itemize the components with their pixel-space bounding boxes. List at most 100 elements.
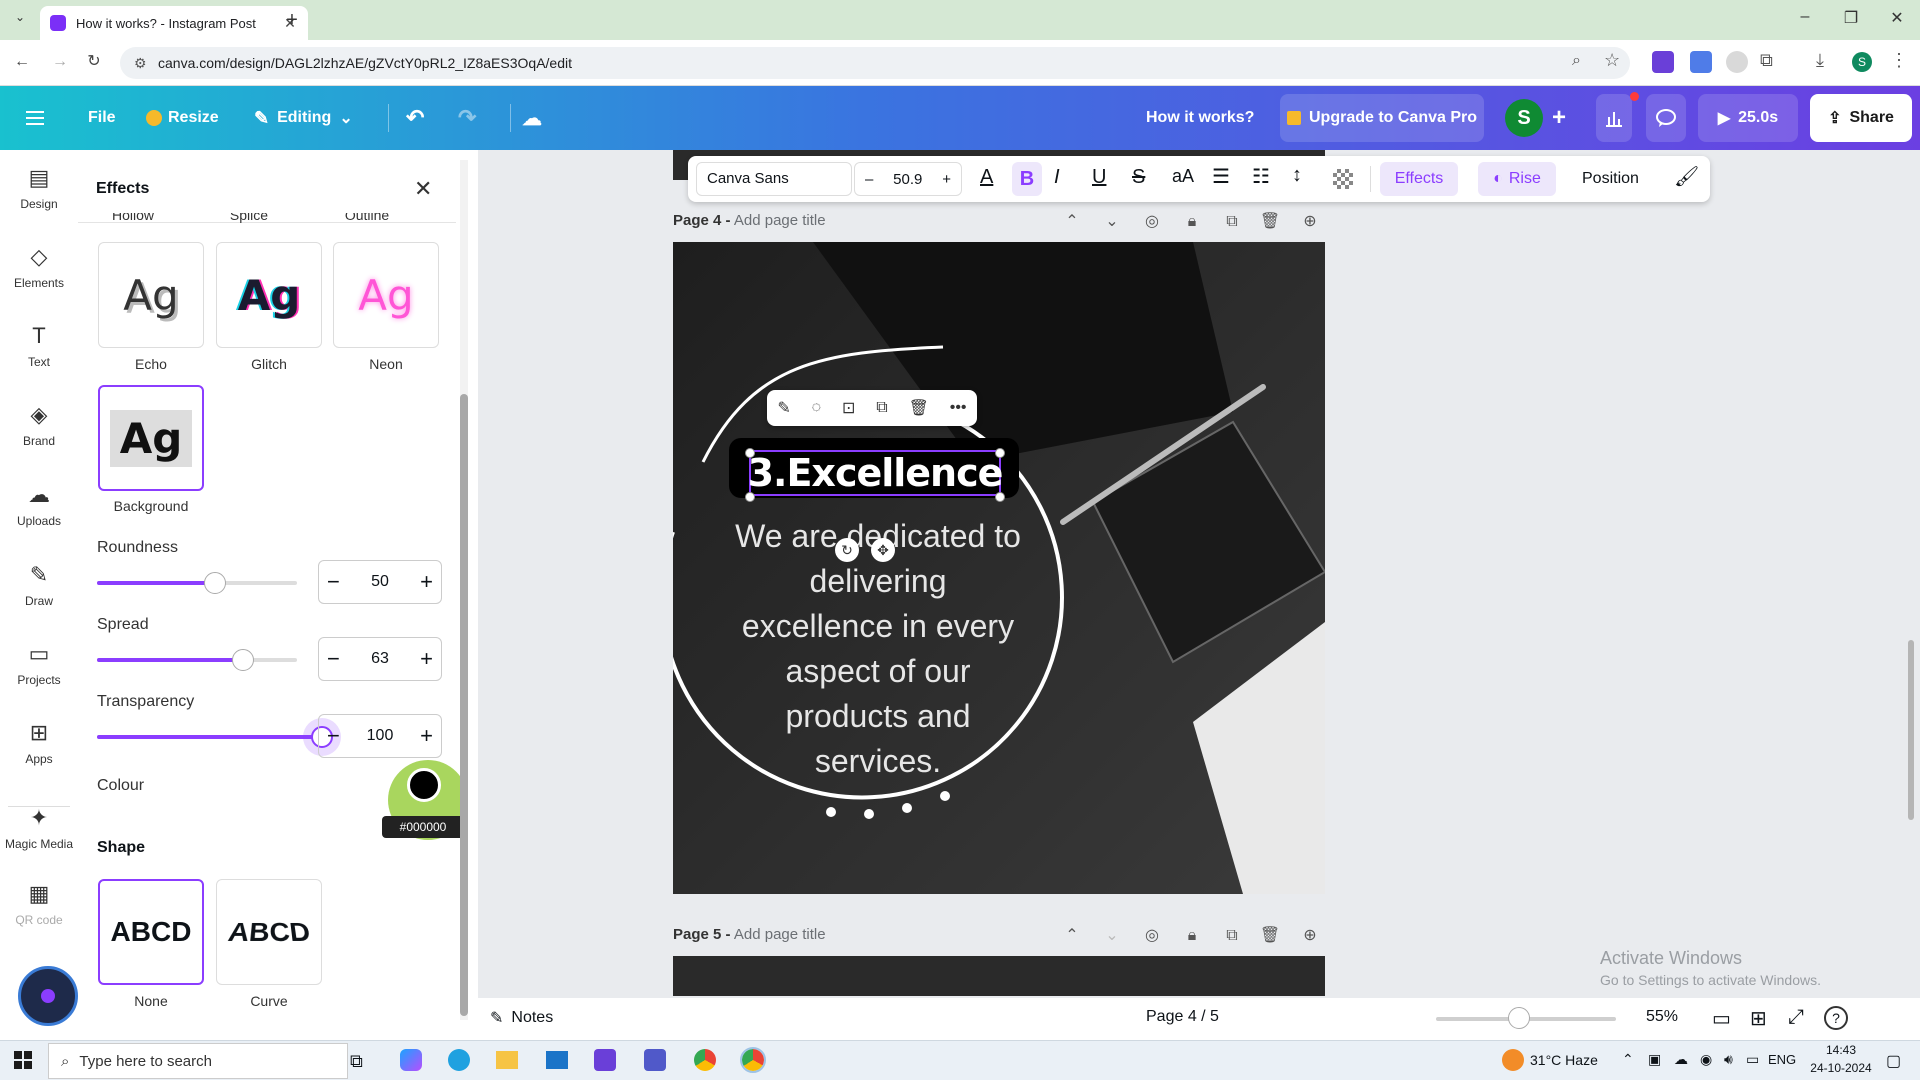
delete-icon[interactable]: 🗑︎: [909, 398, 929, 418]
rail-item-elements[interactable]: ◇ Elements: [0, 229, 78, 305]
increase-transparency-icon[interactable]: +: [420, 723, 433, 749]
more-options-icon[interactable]: •••: [950, 399, 967, 417]
close-window-icon[interactable]: ✕: [1874, 8, 1920, 32]
canvas-scrollbar-thumb[interactable]: [1908, 640, 1914, 820]
main-menu-icon[interactable]: [26, 86, 48, 150]
spread-slider[interactable]: [97, 658, 297, 662]
page-4-title-input[interactable]: Add page title: [734, 212, 826, 229]
chrome-active-icon[interactable]: [740, 1047, 766, 1073]
rail-item-uploads[interactable]: ☁ Uploads: [0, 467, 78, 543]
volume-icon[interactable]: 🔊︎: [1724, 1051, 1733, 1068]
comments-icon[interactable]: [1646, 94, 1686, 142]
lock-icon[interactable]: ⊡: [842, 398, 855, 418]
move-handle-icon[interactable]: ✥: [871, 538, 895, 562]
effects-button-active[interactable]: Effects: [1380, 162, 1458, 196]
font-family-dropdown[interactable]: Canva Sans: [696, 162, 852, 196]
present-button[interactable]: ▶ 25.0s: [1698, 94, 1798, 142]
add-page-icon[interactable]: ⊕: [1298, 210, 1322, 234]
add-collaborator-icon[interactable]: +: [1552, 86, 1566, 150]
spread-slider-handle[interactable]: [231, 649, 254, 671]
tray-app-icon[interactable]: ▣: [1648, 1051, 1661, 1068]
effect-neon[interactable]: Ag: [333, 242, 439, 348]
decrease-roundness-icon[interactable]: −: [327, 569, 340, 595]
heading-text-selected[interactable]: 3.Excellence: [748, 450, 1003, 496]
teams-icon[interactable]: [644, 1049, 666, 1071]
colour-swatch[interactable]: [407, 768, 441, 802]
task-view-icon[interactable]: ⧉: [350, 1051, 363, 1072]
zoom-slider-handle[interactable]: [1507, 1007, 1530, 1029]
rail-item-apps[interactable]: ⊞ Apps: [0, 705, 78, 781]
roundness-value[interactable]: 50: [371, 573, 389, 591]
chrome-icon[interactable]: [694, 1049, 716, 1071]
clock-date[interactable]: 24-10-2024: [1806, 1061, 1876, 1075]
page-view-icon[interactable]: ▭: [1712, 1006, 1731, 1031]
font-size-value[interactable]: 50.9: [893, 171, 922, 188]
onedrive-icon[interactable]: ☁: [1674, 1051, 1688, 1068]
rail-item-qr-code[interactable]: ▦ QR code: [0, 866, 78, 942]
design-title[interactable]: How it works?: [1146, 86, 1254, 150]
back-arrow-icon[interactable]: ←: [10, 50, 34, 74]
battery-icon[interactable]: ▭: [1746, 1051, 1759, 1068]
downloads-icon[interactable]: ⤓: [1816, 50, 1824, 71]
transparency-stepper[interactable]: − 100 +: [318, 714, 442, 758]
fullscreen-icon[interactable]: ⤢: [1788, 1006, 1804, 1029]
text-align-icon[interactable]: ☰: [1212, 164, 1230, 189]
effect-glitch[interactable]: Ag: [216, 242, 322, 348]
cloud-save-icon[interactable]: ☁: [522, 86, 542, 150]
strikethrough-icon[interactable]: S: [1132, 166, 1145, 189]
reload-icon[interactable]: ↻: [82, 50, 106, 74]
address-bar[interactable]: ⚙ canva.com/design/DAGL2lzhzAE/gZVctY0pR…: [120, 47, 1630, 79]
hide-page-icon[interactable]: ◎: [1140, 924, 1164, 948]
increase-spread-icon[interactable]: +: [420, 646, 433, 672]
duplicate-page-icon[interactable]: ⧉: [1220, 924, 1244, 948]
extension-arc-icon[interactable]: [1726, 51, 1748, 73]
lock-page-icon[interactable]: 🔒︎: [1180, 210, 1204, 234]
page-5-title-input[interactable]: Add page title: [734, 926, 826, 943]
rail-item-design[interactable]: ▤ Design: [0, 150, 78, 226]
page-4-canvas[interactable]: 3.Excellence ✎ ◌ ⊡ ⧉ 🗑︎ ••• We are dedic…: [673, 242, 1325, 894]
increase-font-size-icon[interactable]: +: [942, 171, 951, 188]
delete-page-icon[interactable]: 🗑︎: [1258, 210, 1282, 234]
weather-icon[interactable]: [1502, 1049, 1524, 1071]
minimize-window-icon[interactable]: –: [1782, 8, 1828, 32]
forward-arrow-icon[interactable]: →: [48, 50, 72, 74]
restore-window-icon[interactable]: ❐: [1828, 8, 1874, 32]
line-spacing-icon[interactable]: ↕: [1292, 164, 1302, 187]
resize-handle[interactable]: [745, 448, 755, 458]
tray-chevron-icon[interactable]: ⌃: [1622, 1051, 1634, 1068]
magic-write-icon[interactable]: ✎: [777, 398, 790, 418]
close-panel-icon[interactable]: ✕: [414, 176, 432, 202]
decrease-font-size-icon[interactable]: –: [865, 171, 873, 188]
zoom-lens-icon[interactable]: ⌕: [1572, 52, 1581, 70]
delete-page-icon[interactable]: 🗑︎: [1258, 924, 1282, 948]
duplicate-icon[interactable]: ⧉: [876, 399, 887, 417]
resize-button[interactable]: Resize: [146, 86, 219, 150]
site-info-icon[interactable]: ⚙: [134, 55, 148, 72]
profile-avatar[interactable]: S: [1852, 52, 1872, 72]
notifications-icon[interactable]: ▢: [1886, 1051, 1901, 1071]
roundness-slider[interactable]: [97, 581, 297, 585]
transparency-value[interactable]: 100: [367, 727, 394, 745]
transparency-icon[interactable]: [1333, 169, 1353, 189]
page-up-icon[interactable]: ⌃: [1060, 924, 1084, 948]
lock-page-icon[interactable]: 🔒︎: [1180, 924, 1204, 948]
help-icon[interactable]: ?: [1824, 1006, 1848, 1030]
shape-none-option[interactable]: ABCD: [98, 879, 204, 985]
roundness-slider-handle[interactable]: [204, 572, 226, 594]
weather-text[interactable]: 31°C Haze: [1530, 1052, 1598, 1068]
undo-icon[interactable]: ↶: [406, 86, 424, 150]
italic-icon[interactable]: I: [1054, 166, 1060, 189]
file-menu-button[interactable]: File: [88, 86, 116, 150]
input-language[interactable]: ENG: [1768, 1052, 1796, 1067]
rail-item-draw[interactable]: ✎ Draw: [0, 547, 78, 623]
editing-mode-button[interactable]: ✎ Editing ⌄: [254, 86, 353, 150]
page-counter[interactable]: Page 4 / 5: [1146, 1008, 1219, 1026]
extension-docs-icon[interactable]: [1690, 51, 1712, 73]
text-case-icon[interactable]: aA: [1172, 166, 1194, 187]
edge-icon[interactable]: [448, 1049, 470, 1071]
upgrade-button[interactable]: Upgrade to Canva Pro: [1280, 94, 1484, 142]
redo-icon[interactable]: ↷: [458, 86, 476, 150]
mail-icon[interactable]: [546, 1051, 568, 1069]
network-icon[interactable]: ◉: [1700, 1051, 1712, 1068]
resize-handle[interactable]: [995, 492, 1005, 502]
